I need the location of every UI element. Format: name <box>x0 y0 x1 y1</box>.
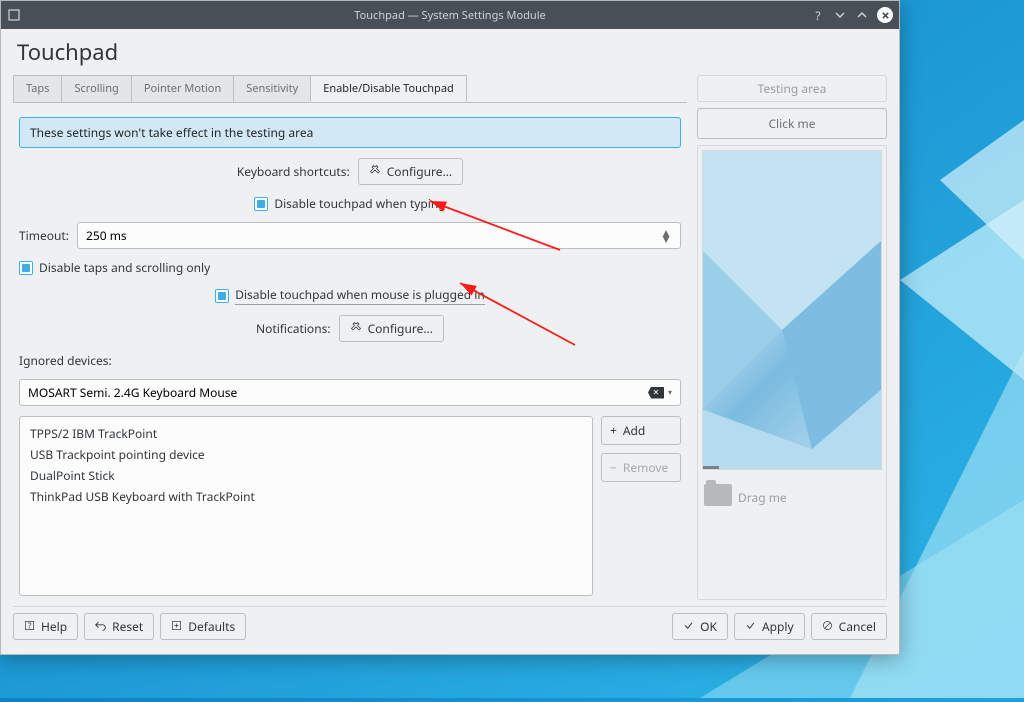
device-item[interactable]: ThinkPad USB Keyboard with TrackPoint <box>26 486 586 507</box>
tab-sensitivity[interactable]: Sensitivity <box>233 75 311 102</box>
tab-scrolling[interactable]: Scrolling <box>61 75 131 102</box>
configure-icon <box>369 163 381 180</box>
cancel-icon <box>822 618 833 635</box>
tab-taps[interactable]: Taps <box>13 75 62 102</box>
svg-text:?: ? <box>28 620 32 631</box>
tab-bar: Taps Scrolling Pointer Motion Sensitivit… <box>13 75 687 103</box>
minus-icon: − <box>610 459 617 476</box>
timeout-label: Timeout: <box>19 227 69 244</box>
chevron-down-icon[interactable]: ▾ <box>668 387 672 398</box>
configure-shortcuts-button[interactable]: Configure... <box>358 158 463 185</box>
right-panel: Testing area Click me Drag <box>697 75 887 600</box>
folder-icon[interactable] <box>704 484 732 506</box>
timeout-value: 250 ms <box>86 227 127 244</box>
ok-button[interactable]: OK <box>672 613 728 640</box>
disable-mouse-label: Disable touchpad when mouse is plugged i… <box>235 286 485 305</box>
disable-typing-label: Disable touchpad when typing <box>274 195 445 212</box>
configure-shortcuts-label: Configure... <box>387 163 452 180</box>
click-me-button[interactable]: Click me <box>697 108 887 139</box>
add-label: Add <box>623 422 645 439</box>
button-bar: ? Help Reset Defaults OK <box>13 606 887 646</box>
page-title: Touchpad <box>17 37 887 67</box>
notifications-label: Notifications: <box>256 320 331 337</box>
check-icon <box>683 618 694 635</box>
remove-label: Remove <box>623 459 668 476</box>
help-button[interactable]: ? Help <box>13 613 78 640</box>
configure-icon <box>350 320 362 337</box>
defaults-icon <box>171 618 182 635</box>
help-icon: ? <box>24 618 35 635</box>
testing-area[interactable]: Drag me <box>697 145 887 600</box>
device-item[interactable]: USB Trackpoint pointing device <box>26 444 586 465</box>
device-listbox[interactable]: TPPS/2 IBM TrackPoint USB Trackpoint poi… <box>19 416 593 596</box>
device-item[interactable]: TPPS/2 IBM TrackPoint <box>26 423 586 444</box>
keyboard-shortcuts-label: Keyboard shortcuts: <box>237 163 350 180</box>
tab-pointer-motion[interactable]: Pointer Motion <box>131 75 234 102</box>
cancel-button[interactable]: Cancel <box>811 613 887 640</box>
add-device-button[interactable]: + Add <box>601 416 681 445</box>
combo-value: MOSART Semi. 2.4G Keyboard Mouse <box>28 384 237 401</box>
spinner-arrows-icon[interactable]: ▲▼ <box>660 230 672 242</box>
close-icon[interactable] <box>877 7 893 23</box>
undo-icon <box>95 618 106 635</box>
help-icon[interactable]: ? <box>811 8 825 22</box>
configure-notifications-label: Configure... <box>368 320 433 337</box>
check-icon <box>745 618 756 635</box>
apply-button[interactable]: Apply <box>734 613 805 640</box>
minimize-icon[interactable] <box>833 8 847 22</box>
left-panel: Taps Scrolling Pointer Motion Sensitivit… <box>13 75 687 600</box>
configure-notifications-button[interactable]: Configure... <box>339 315 444 342</box>
window-title: Touchpad — System Settings Module <box>354 8 546 23</box>
app-icon <box>7 8 21 22</box>
disable-typing-checkbox[interactable] <box>254 197 268 211</box>
drag-me-label: Drag me <box>738 489 787 506</box>
remove-device-button[interactable]: − Remove <box>601 453 681 482</box>
defaults-button[interactable]: Defaults <box>160 613 246 640</box>
settings-window: Touchpad — System Settings Module ? Touc… <box>0 0 900 655</box>
window-body: Touchpad Taps Scrolling Pointer Motion S… <box>1 29 899 654</box>
tab-enable-disable[interactable]: Enable/Disable Touchpad <box>310 75 467 102</box>
disable-taps-scrolling-label: Disable taps and scrolling only <box>39 259 210 276</box>
drag-row[interactable]: Drag me <box>702 478 882 512</box>
info-banner: These settings won't take effect in the … <box>19 117 681 148</box>
ignored-devices-combo[interactable]: MOSART Semi. 2.4G Keyboard Mouse ✕ ▾ <box>19 379 681 406</box>
timeout-input[interactable]: 250 ms ▲▼ <box>77 222 681 249</box>
testing-surface[interactable] <box>702 150 882 470</box>
maximize-icon[interactable] <box>855 8 869 22</box>
disable-taps-scrolling-checkbox[interactable] <box>19 261 33 275</box>
reset-button[interactable]: Reset <box>84 613 154 640</box>
tab-content: These settings won't take effect in the … <box>13 103 687 600</box>
clear-icon[interactable]: ✕ <box>648 387 664 399</box>
disable-mouse-checkbox[interactable] <box>215 289 229 303</box>
device-item[interactable]: DualPoint Stick <box>26 465 586 486</box>
plus-icon: + <box>610 422 617 439</box>
testing-area-heading: Testing area <box>697 75 887 102</box>
titlebar[interactable]: Touchpad — System Settings Module ? <box>1 1 899 29</box>
ignored-devices-label: Ignored devices: <box>19 352 681 369</box>
